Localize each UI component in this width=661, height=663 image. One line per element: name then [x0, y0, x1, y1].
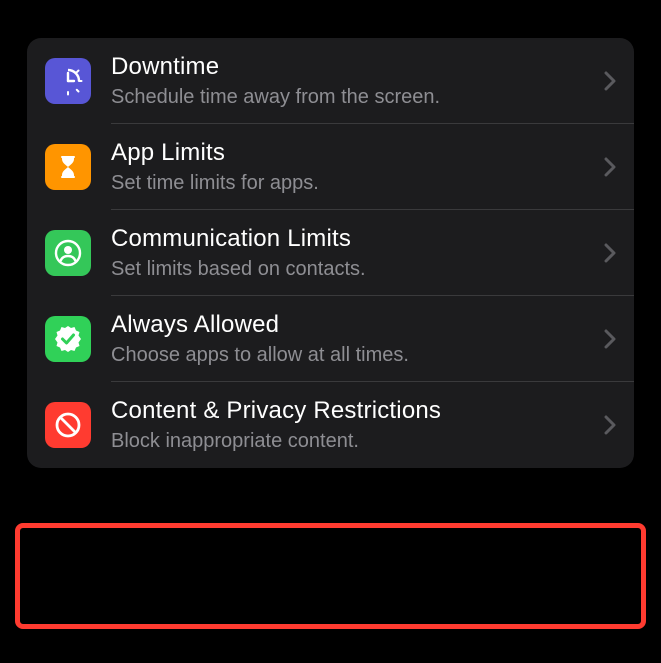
chevron-right-icon — [604, 329, 616, 349]
row-texts: Content & Privacy Restrictions Block ina… — [111, 396, 594, 454]
no-sign-icon — [45, 402, 91, 448]
hourglass-icon — [45, 144, 91, 190]
row-texts: Downtime Schedule time away from the scr… — [111, 52, 594, 110]
row-title: Always Allowed — [111, 310, 594, 340]
row-subtitle: Choose apps to allow at all times. — [111, 342, 594, 368]
row-subtitle: Set time limits for apps. — [111, 170, 594, 196]
row-title: Content & Privacy Restrictions — [111, 396, 594, 426]
row-communication-limits[interactable]: Communication Limits Set limits based on… — [27, 210, 634, 296]
row-texts: App Limits Set time limits for apps. — [111, 138, 594, 196]
chevron-right-icon — [604, 157, 616, 177]
row-texts: Always Allowed Choose apps to allow at a… — [111, 310, 594, 368]
row-always-allowed[interactable]: Always Allowed Choose apps to allow at a… — [27, 296, 634, 382]
row-title: Downtime — [111, 52, 594, 82]
checkmark-seal-icon — [45, 316, 91, 362]
chevron-right-icon — [604, 415, 616, 435]
person-circle-icon — [45, 230, 91, 276]
row-subtitle: Set limits based on contacts. — [111, 256, 594, 282]
row-subtitle: Block inappropriate content. — [111, 428, 594, 454]
chevron-right-icon — [604, 71, 616, 91]
settings-panel: Downtime Schedule time away from the scr… — [27, 38, 634, 468]
chevron-right-icon — [604, 243, 616, 263]
row-content-privacy-restrictions[interactable]: Content & Privacy Restrictions Block ina… — [27, 382, 634, 468]
row-title: Communication Limits — [111, 224, 594, 254]
row-texts: Communication Limits Set limits based on… — [111, 224, 594, 282]
row-subtitle: Schedule time away from the screen. — [111, 84, 594, 110]
highlight-box — [15, 523, 646, 629]
row-app-limits[interactable]: App Limits Set time limits for apps. — [27, 124, 634, 210]
downtime-icon — [45, 58, 91, 104]
row-title: App Limits — [111, 138, 594, 168]
row-downtime[interactable]: Downtime Schedule time away from the scr… — [27, 38, 634, 124]
